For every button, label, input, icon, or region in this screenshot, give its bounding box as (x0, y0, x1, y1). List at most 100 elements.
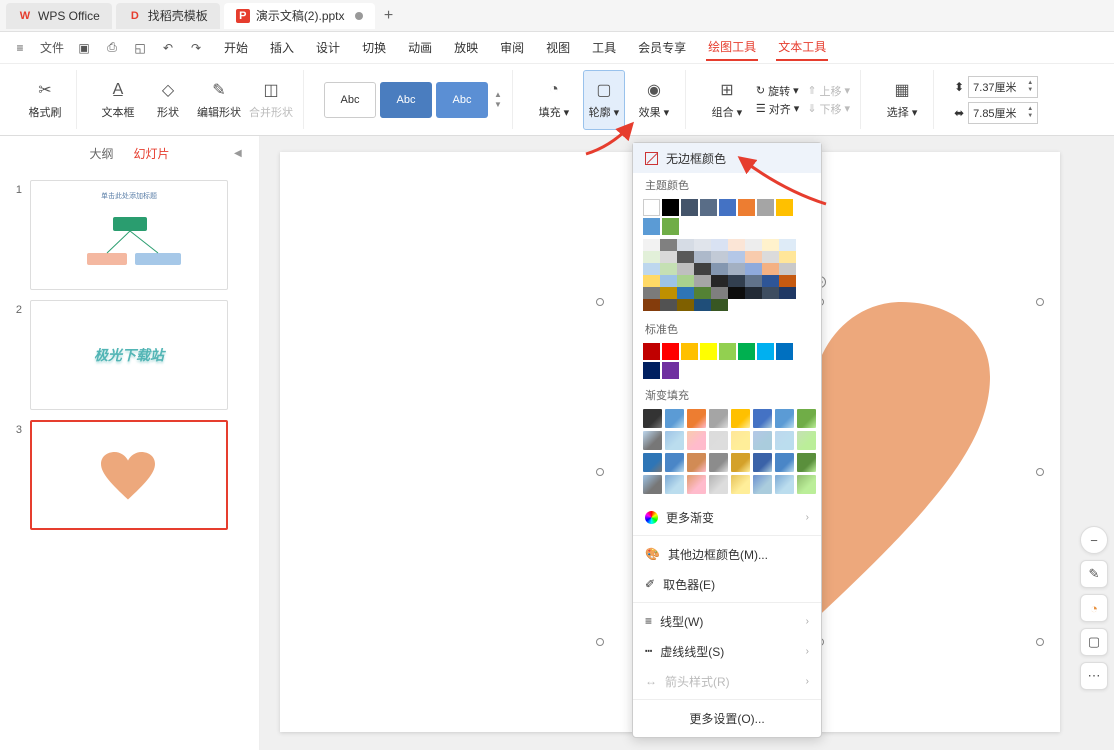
gradient-swatch[interactable] (731, 409, 750, 428)
more-colors-option[interactable]: 🎨其他边框颜色(M)... (633, 539, 821, 569)
gradient-swatch[interactable] (643, 453, 662, 472)
gradient-swatch[interactable] (797, 409, 816, 428)
save-icon[interactable]: ▣ (76, 40, 92, 56)
color-swatch[interactable] (762, 263, 779, 275)
fill-tool-button[interactable]: ◔ (1080, 594, 1108, 622)
gallery-up-icon[interactable]: ▲ (494, 90, 502, 99)
resize-handle[interactable] (596, 638, 604, 646)
gradient-swatch[interactable] (709, 453, 728, 472)
menu-text-tools[interactable]: 文本工具 (776, 34, 828, 61)
color-swatch[interactable] (738, 343, 755, 360)
color-swatch[interactable] (779, 275, 796, 287)
style-preset[interactable]: Abc (380, 82, 432, 118)
color-swatch[interactable] (745, 287, 762, 299)
color-swatch[interactable] (779, 251, 796, 263)
color-swatch[interactable] (694, 239, 711, 251)
color-swatch[interactable] (779, 287, 796, 299)
color-swatch[interactable] (711, 263, 728, 275)
color-swatch[interactable] (643, 299, 660, 311)
color-swatch[interactable] (660, 287, 677, 299)
edit-shape-button[interactable]: ✎编辑形状 (197, 70, 241, 130)
tab-docer[interactable]: D找稻壳模板 (116, 3, 220, 29)
color-swatch[interactable] (677, 251, 694, 263)
slides-tab[interactable]: 幻灯片 (134, 145, 170, 162)
format-painter-button[interactable]: ✂格式刷 (24, 70, 66, 130)
gradient-swatch[interactable] (775, 475, 794, 494)
style-preset[interactable]: Abc (436, 82, 488, 118)
menu-animation[interactable]: 动画 (406, 35, 434, 60)
menu-insert[interactable]: 插入 (268, 35, 296, 60)
color-swatch[interactable] (677, 263, 694, 275)
color-swatch[interactable] (728, 275, 745, 287)
gradient-swatch[interactable] (753, 431, 772, 450)
menu-icon[interactable]: ≡ (12, 40, 28, 56)
menu-start[interactable]: 开始 (222, 35, 250, 60)
menu-drawing-tools[interactable]: 绘图工具 (706, 34, 758, 61)
color-swatch[interactable] (643, 239, 660, 251)
color-swatch[interactable] (643, 362, 660, 379)
spin-up-icon[interactable]: ▲ (1027, 106, 1033, 113)
color-swatch[interactable] (694, 299, 711, 311)
slide-thumbnail-selected[interactable] (30, 420, 228, 530)
color-swatch[interactable] (643, 275, 660, 287)
gradient-swatch[interactable] (709, 409, 728, 428)
gradient-swatch[interactable] (753, 453, 772, 472)
more-settings-option[interactable]: 更多设置(O)... (633, 703, 821, 733)
color-swatch[interactable] (694, 263, 711, 275)
color-swatch[interactable] (700, 199, 717, 216)
file-menu[interactable]: 文件 (40, 39, 64, 56)
eyedropper-option[interactable]: ✐取色器(E) (633, 569, 821, 599)
spin-down-icon[interactable]: ▼ (1027, 87, 1033, 94)
menu-view[interactable]: 视图 (544, 35, 572, 60)
spin-down-icon[interactable]: ▼ (1027, 113, 1033, 120)
gradient-swatch[interactable] (775, 409, 794, 428)
color-swatch[interactable] (662, 362, 679, 379)
textbox-button[interactable]: A̲文本框 (97, 70, 139, 130)
add-tab-button[interactable]: + (379, 6, 399, 26)
gradient-swatch[interactable] (687, 431, 706, 450)
color-swatch[interactable] (711, 299, 728, 311)
gradient-swatch[interactable] (797, 475, 816, 494)
select-button[interactable]: ▦选择 ▾ (881, 70, 923, 130)
slide-thumbnail[interactable]: 单击此处添加标题 (30, 180, 228, 290)
collapse-panel-icon[interactable]: ◀ (234, 148, 242, 159)
color-swatch[interactable] (660, 275, 677, 287)
gradient-swatch[interactable] (709, 431, 728, 450)
gallery-down-icon[interactable]: ▼ (494, 100, 502, 109)
height-input[interactable]: 7.37厘米▲▼ (968, 76, 1038, 98)
gradient-swatch[interactable] (687, 453, 706, 472)
gradient-swatch[interactable] (665, 431, 684, 450)
color-swatch[interactable] (779, 239, 796, 251)
color-swatch[interactable] (776, 343, 793, 360)
gradient-swatch[interactable] (665, 475, 684, 494)
print-icon[interactable]: ⎙ (104, 40, 120, 56)
shapes-button[interactable]: ◇形状 (147, 70, 189, 130)
gradient-swatch[interactable] (731, 453, 750, 472)
color-swatch[interactable] (711, 239, 728, 251)
color-swatch[interactable] (762, 251, 779, 263)
group-button[interactable]: ⊞组合 ▾ (706, 70, 748, 130)
fill-button[interactable]: ◔填充 ▾ (533, 70, 575, 130)
more-tools-button[interactable]: ⋯ (1080, 662, 1108, 690)
gradient-swatch[interactable] (709, 475, 728, 494)
color-swatch[interactable] (677, 287, 694, 299)
gradient-swatch[interactable] (665, 409, 684, 428)
menu-transition[interactable]: 切换 (360, 35, 388, 60)
color-swatch[interactable] (677, 275, 694, 287)
menu-design[interactable]: 设计 (314, 35, 342, 60)
color-swatch[interactable] (660, 299, 677, 311)
gradient-swatch[interactable] (643, 431, 662, 450)
resize-handle[interactable] (596, 298, 604, 306)
resize-handle[interactable] (1036, 468, 1044, 476)
dash-style-option[interactable]: ┅虚线线型(S)› (633, 636, 821, 666)
gradient-swatch[interactable] (775, 431, 794, 450)
color-swatch[interactable] (681, 199, 698, 216)
gradient-swatch[interactable] (687, 409, 706, 428)
color-swatch[interactable] (662, 343, 679, 360)
color-swatch[interactable] (762, 275, 779, 287)
gradient-swatch[interactable] (797, 431, 816, 450)
resize-handle[interactable] (596, 468, 604, 476)
gradient-swatch[interactable] (731, 475, 750, 494)
color-swatch[interactable] (643, 343, 660, 360)
color-swatch[interactable] (711, 251, 728, 263)
